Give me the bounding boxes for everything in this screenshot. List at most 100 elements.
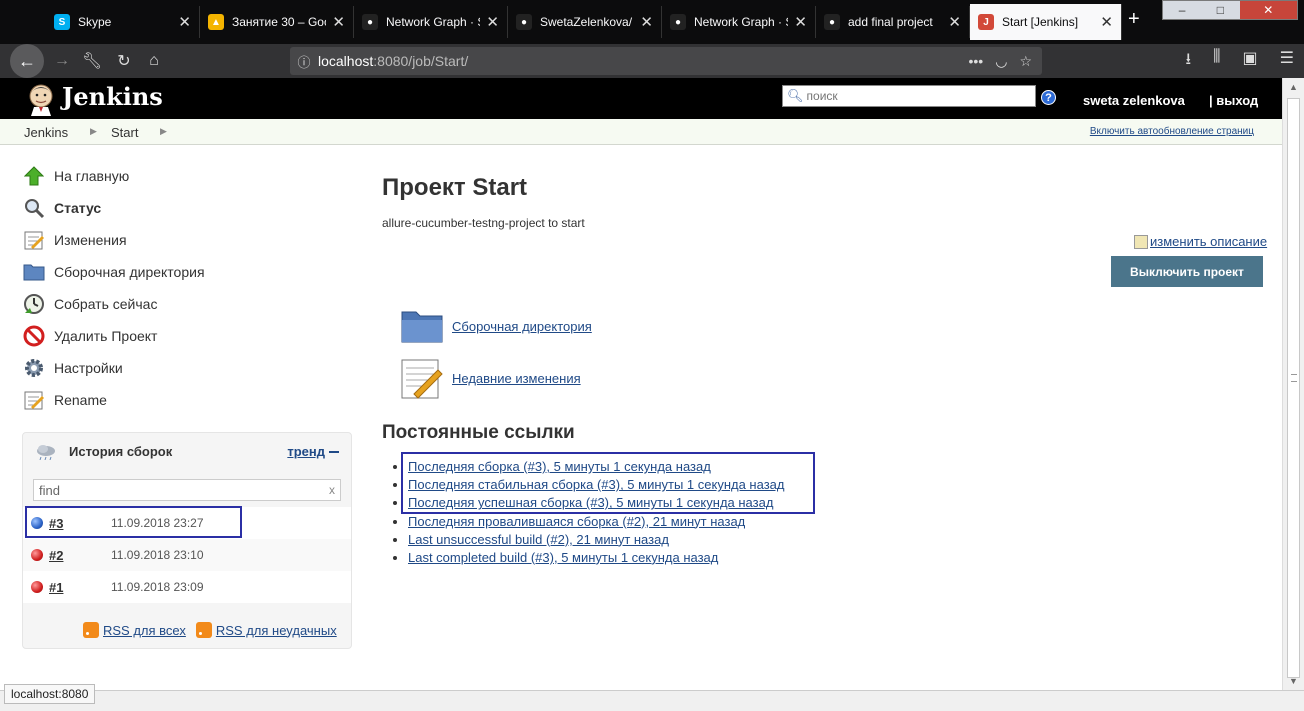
minimize-button[interactable]: – — [1163, 1, 1201, 19]
tab-0[interactable]: S Skype ✕ — [46, 6, 200, 38]
rss-icon[interactable] — [195, 622, 212, 638]
no-entry-icon — [22, 325, 46, 347]
sidebar-item-status[interactable]: Статус — [22, 192, 352, 224]
window-controls: – □ ✕ — [1162, 0, 1298, 20]
sidebar-item-rename[interactable]: Rename — [22, 384, 352, 416]
build-date-link[interactable]: 11.09.2018 23:09 — [111, 580, 204, 594]
tab-label: add final project — [848, 15, 933, 29]
browser-nav-bar: ← → 🔧︎ ↻ ⌂ ⓘ localhost:8080/job/Start/ •… — [0, 44, 1304, 78]
edit-icon — [1134, 234, 1148, 249]
sidebar-toggle-icon[interactable]: ▣ — [1243, 48, 1258, 75]
url-text[interactable]: localhost:8080/job/Start/ — [318, 53, 969, 69]
build-number-link[interactable]: #1 — [49, 580, 111, 595]
build-date-link[interactable]: 11.09.2018 23:10 — [111, 548, 204, 562]
menu-icon[interactable]: ☰ — [1280, 48, 1294, 75]
maximize-button[interactable]: □ — [1201, 1, 1239, 19]
scroll-down-icon[interactable]: ▼ — [1289, 676, 1298, 686]
sidebar-item-delete-project[interactable]: Удалить Проект — [22, 320, 352, 352]
recent-changes-link[interactable]: Недавние изменения — [452, 371, 581, 386]
build-filter-field[interactable]: x — [33, 479, 341, 501]
breadcrumb-separator-icon[interactable]: ▶ — [90, 126, 97, 137]
bookmark-star-icon[interactable]: ☆ — [1019, 53, 1032, 70]
breadcrumb-jenkins[interactable]: Jenkins — [24, 125, 68, 140]
scroll-up-icon[interactable]: ▲ — [1289, 82, 1298, 92]
back-button[interactable]: ← — [10, 44, 44, 78]
notepad-icon[interactable] — [400, 356, 444, 400]
enable-autorefresh-link[interactable]: Включить автообновление страниц — [1090, 126, 1254, 137]
downloads-icon[interactable]: ⭳ — [1186, 48, 1192, 75]
recent-changes-link-row: Недавние изменения — [400, 356, 581, 400]
breadcrumb-separator-icon[interactable]: ▶ — [160, 126, 167, 137]
sidebar-item-changes[interactable]: Изменения — [22, 224, 352, 256]
disable-project-button[interactable]: Выключить проект — [1111, 256, 1263, 287]
tab-label: Start [Jenkins] — [1002, 15, 1079, 29]
tab-1[interactable]: ▲ Занятие 30 – Goo ✕ — [200, 6, 354, 38]
close-tab-icon[interactable]: ✕ — [640, 13, 653, 31]
close-tab-icon[interactable]: ✕ — [486, 13, 499, 31]
jenkins-logo-icon[interactable] — [24, 82, 58, 116]
folder-icon — [22, 261, 46, 283]
permalink-last-completed-build[interactable]: Last completed build (#3), 5 минуты 1 се… — [408, 550, 718, 565]
pocket-icon[interactable]: ◡ — [995, 53, 1007, 70]
breadcrumb-start[interactable]: Start — [111, 125, 138, 140]
close-tab-icon[interactable]: ✕ — [178, 13, 191, 31]
jenkins-header: Jenkins 🔍︎ ? sweta zelenkova | выход — [0, 78, 1282, 119]
rss-all-link[interactable]: RSS для всех — [103, 623, 186, 638]
clear-filter-icon[interactable]: x — [329, 483, 335, 497]
help-icon[interactable]: ? — [1041, 90, 1056, 105]
search-input[interactable] — [806, 89, 1027, 103]
sidebar-item-workspace[interactable]: Сборочная директория — [22, 256, 352, 288]
permalink-last-failed-build[interactable]: Последняя провалившаяся сборка (#2), 21 … — [408, 514, 745, 529]
reload-icon[interactable]: ↻ — [110, 48, 138, 74]
build-filter-input[interactable] — [39, 482, 329, 498]
build-row[interactable]: #2 11.09.2018 23:10 — [23, 539, 351, 571]
tab-4[interactable]: ● Network Graph · S ✕ — [662, 6, 816, 38]
library-icon[interactable]: ⫼ — [1213, 48, 1220, 75]
close-tab-icon[interactable]: ✕ — [794, 13, 807, 31]
collapse-icon[interactable] — [329, 451, 339, 454]
close-window-button[interactable]: ✕ — [1239, 1, 1297, 19]
sidebar-item-build-now[interactable]: Собрать сейчас — [22, 288, 352, 320]
close-tab-icon[interactable]: ✕ — [332, 13, 345, 31]
info-icon[interactable]: ⓘ — [290, 52, 318, 71]
new-tab-button[interactable]: + — [1128, 8, 1140, 31]
folder-icon[interactable] — [400, 306, 444, 346]
sidebar-item-label: Удалить Проект — [54, 328, 158, 344]
address-bar[interactable]: ⓘ localhost:8080/job/Start/ ••• ◡ ☆ — [290, 47, 1042, 75]
build-number-link[interactable]: #2 — [49, 548, 111, 563]
close-tab-icon[interactable]: ✕ — [1100, 13, 1113, 31]
rss-icon[interactable] — [83, 622, 99, 638]
wrench-icon[interactable]: 🔧︎ — [78, 48, 106, 74]
status-ball-red-icon[interactable] — [31, 549, 43, 561]
forward-button[interactable]: → — [48, 48, 76, 74]
build-row[interactable]: #1 11.09.2018 23:09 — [23, 571, 351, 603]
home-icon[interactable]: ⌂ — [140, 48, 168, 74]
tab-label: SwetaZelenkova/ — [540, 15, 633, 29]
github-icon: ● — [516, 14, 532, 30]
rss-failed-link[interactable]: RSS для неудачных — [216, 623, 337, 638]
tab-2[interactable]: ● Network Graph · S ✕ — [354, 6, 508, 38]
trend-link[interactable]: тренд — [287, 444, 339, 459]
edit-description-link[interactable]: изменить описание — [1134, 234, 1267, 249]
search-box[interactable]: 🔍︎ — [782, 85, 1036, 107]
tab-6[interactable]: J Start [Jenkins] ✕ — [970, 4, 1122, 40]
vertical-scrollbar[interactable]: ▲ ▼ — [1282, 78, 1304, 690]
status-ball-red-icon[interactable] — [31, 581, 43, 593]
highlight-box — [25, 506, 242, 538]
user-name-link[interactable]: sweta zelenkova — [1083, 93, 1185, 108]
tab-3[interactable]: ● SwetaZelenkova/ ✕ — [508, 6, 662, 38]
scrollbar-thumb[interactable] — [1287, 98, 1300, 678]
permalink-last-unsuccessful-build[interactable]: Last unsuccessful build (#2), 21 минут н… — [408, 532, 669, 547]
page-actions-icon[interactable]: ••• — [969, 53, 984, 70]
close-tab-icon[interactable]: ✕ — [948, 13, 961, 31]
jenkins-title[interactable]: Jenkins — [62, 82, 163, 111]
cloud-weather-icon — [37, 445, 55, 460]
logout-link[interactable]: | выход — [1209, 93, 1258, 108]
workspace-link-row: Сборочная директория — [400, 306, 592, 346]
sidebar-item-configure[interactable]: Настройки — [22, 352, 352, 384]
sidebar-item-home[interactable]: На главную — [22, 160, 352, 192]
jenkins-icon: J — [978, 14, 994, 30]
workspace-link[interactable]: Сборочная директория — [452, 319, 592, 334]
build-history-panel: История сборок тренд x #3 11.09.2018 23:… — [22, 432, 352, 649]
tab-5[interactable]: ● add final project ✕ — [816, 6, 970, 38]
